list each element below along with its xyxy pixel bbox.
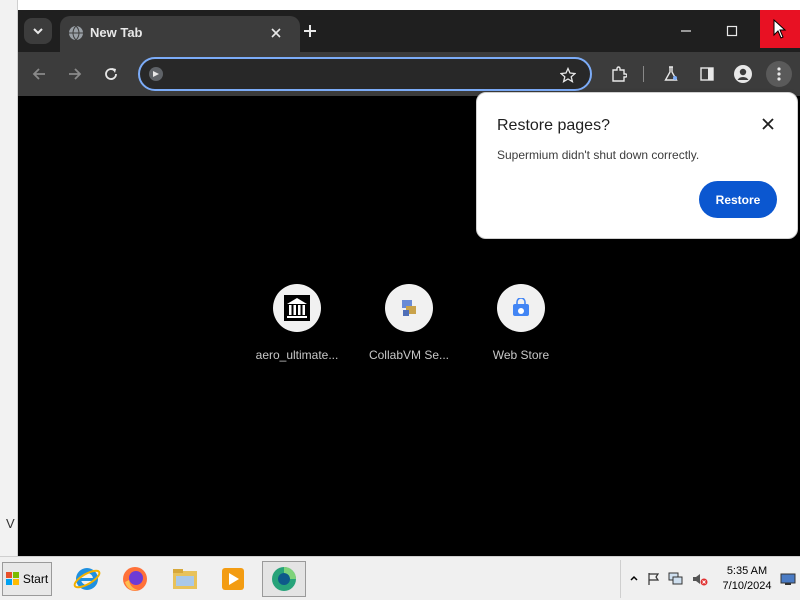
taskbar-internet-explorer[interactable] [65, 561, 109, 597]
minimize-button[interactable] [668, 16, 704, 46]
side-panel-button[interactable] [694, 61, 720, 87]
tab-search-button[interactable] [24, 18, 52, 44]
taskbar-supermium[interactable] [262, 561, 306, 597]
tab-close-button[interactable] [266, 23, 286, 43]
taskbar-media-player[interactable] [211, 561, 255, 597]
address-bar[interactable] [138, 57, 592, 91]
bookmark-button[interactable] [558, 65, 578, 85]
profile-button[interactable] [730, 61, 756, 87]
left-window-edge: V [0, 0, 18, 556]
network-icon [668, 572, 683, 585]
clock-date: 7/10/2024 [722, 580, 772, 592]
firefox-icon [123, 567, 147, 591]
new-tab-button[interactable] [300, 21, 320, 41]
show-hidden-icons-button[interactable] [625, 570, 643, 588]
maximize-icon [726, 25, 738, 37]
shortcut-icon-wrapper [497, 284, 545, 332]
taskbar: Start 5:35 AM 7/10/2024 [0, 556, 800, 600]
media-player-icon [222, 568, 244, 590]
dialog-close-button[interactable] [757, 113, 779, 135]
collabvm-icon [402, 300, 416, 316]
toolbar [18, 52, 800, 96]
plus-icon [304, 25, 316, 37]
shortcut-icon-wrapper [385, 284, 433, 332]
windows-logo-icon [5, 572, 19, 585]
chevron-down-icon [33, 28, 43, 35]
network-tray-button[interactable] [667, 570, 685, 588]
taskbar-firefox[interactable] [113, 561, 157, 597]
globe-icon [69, 25, 83, 41]
volume-tray-button[interactable] [691, 570, 709, 588]
supermium-icon [272, 567, 296, 591]
shortcut-label: aero_ultimate... [255, 348, 339, 362]
puzzle-icon [612, 66, 627, 82]
minimize-icon [681, 30, 691, 32]
toolbar-separator [643, 66, 644, 82]
flask-icon [664, 66, 678, 81]
action-center-tray-button[interactable] [645, 570, 663, 588]
extensions-button[interactable] [606, 61, 632, 87]
arrow-right-icon [69, 68, 82, 80]
labs-button[interactable] [658, 61, 684, 87]
restore-button[interactable]: Restore [699, 181, 777, 218]
window-close-button[interactable] [760, 10, 800, 48]
dialog-message: Supermium didn't shut down correctly. [497, 148, 700, 162]
system-tray: 5:35 AM 7/10/2024 [620, 560, 798, 598]
monitor-icon [780, 573, 796, 585]
restore-pages-dialog: Restore pages? Supermium didn't shut dow… [476, 92, 798, 239]
internet-explorer-icon [73, 568, 101, 590]
chevron-up-icon [630, 575, 638, 581]
supermium-site-icon [149, 67, 163, 81]
volume-muted-icon [693, 574, 708, 586]
menu-button[interactable] [766, 61, 792, 87]
more-vert-icon [777, 67, 781, 81]
close-icon [762, 118, 774, 130]
clock[interactable]: 5:35 AM 7/10/2024 [717, 564, 777, 594]
tab-new-tab[interactable]: New Tab [60, 16, 300, 52]
shortcut-label: CollabVM Se... [368, 348, 450, 362]
back-button[interactable] [26, 61, 52, 87]
reload-button[interactable] [98, 61, 124, 87]
arrow-left-icon [32, 68, 45, 80]
desktop: V New Tab aero_ultimate... CollabVM Se..… [0, 0, 800, 556]
start-label: Start [22, 572, 49, 586]
close-icon [271, 28, 281, 38]
cursor-icon [773, 19, 787, 39]
reload-icon [105, 68, 117, 80]
tab-title: New Tab [90, 25, 143, 40]
clock-time: 5:35 AM [726, 565, 768, 577]
museum-icon [284, 295, 310, 321]
file-explorer-icon [173, 569, 197, 589]
flag-icon [648, 573, 660, 585]
shortcut-label: Web Store [492, 348, 550, 362]
edge-text: V [6, 516, 15, 531]
avatar-icon [734, 65, 752, 83]
star-icon [560, 67, 576, 83]
show-desktop-button[interactable] [779, 570, 797, 588]
forward-button[interactable] [62, 61, 88, 87]
dialog-title: Restore pages? [497, 117, 610, 134]
address-input[interactable] [170, 65, 550, 83]
start-button[interactable]: Start [2, 562, 52, 596]
shortcut-tile[interactable]: CollabVM Se... [353, 284, 465, 374]
side-panel-icon [700, 67, 714, 81]
shortcut-tile[interactable]: aero_ultimate... [241, 284, 353, 374]
taskbar-file-explorer[interactable] [163, 561, 207, 597]
maximize-button[interactable] [714, 16, 750, 46]
shortcut-tile[interactable]: Web Store [465, 284, 577, 374]
tab-strip: New Tab [18, 10, 800, 52]
shortcut-icon-wrapper [273, 284, 321, 332]
web-store-icon [513, 298, 529, 316]
